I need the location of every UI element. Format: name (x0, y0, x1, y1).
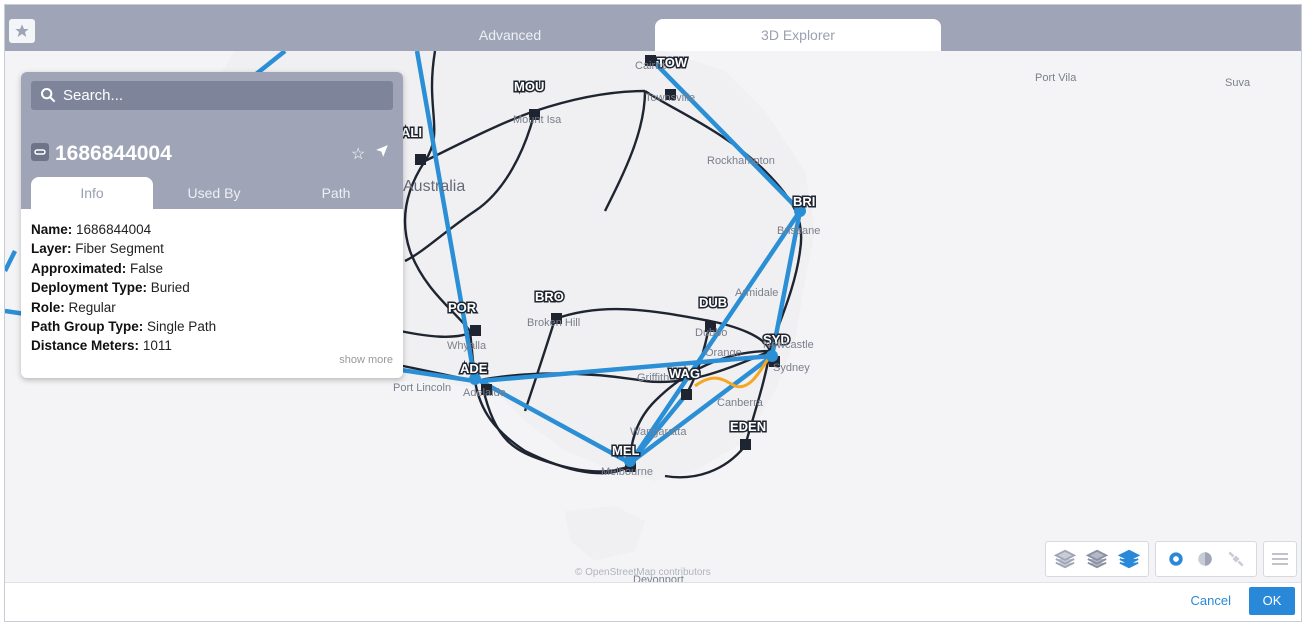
place-label: Griffith (637, 372, 669, 384)
layer-controls (1045, 541, 1149, 577)
satellite-icon[interactable] (1226, 549, 1246, 569)
object-title: 1686844004 (31, 140, 172, 168)
show-more-link[interactable]: show more (339, 354, 393, 366)
property-row: Name: 1686844004 (31, 222, 152, 237)
property-row: Role: Regular (31, 299, 116, 315)
cancel-button[interactable]: Cancel (1191, 593, 1231, 608)
place-label: Adelaide (463, 387, 506, 399)
window: Advanced 3D Explorer TOW MOU ALI BRI BRO… (4, 4, 1302, 622)
place-label: Suva (1225, 77, 1251, 89)
layers-icon[interactable] (1118, 548, 1140, 570)
place-label: Orange (705, 347, 742, 359)
node-label: BRO (535, 289, 564, 304)
tasmania-landmass (565, 506, 645, 561)
map-canvas[interactable]: TOW MOU ALI BRI BRO DUB POR SYD ADE WAG … (5, 51, 1301, 585)
property-list: Name: 1686844004 Layer: Fiber Segment Ap… (31, 220, 216, 356)
star-icon (15, 24, 29, 37)
node-label: WAG (669, 366, 700, 381)
place-label: Armidale (735, 287, 778, 299)
node-label: POR (448, 300, 477, 315)
moon-icon[interactable] (1196, 550, 1214, 568)
tab-3d-explorer[interactable]: 3D Explorer (655, 19, 941, 52)
property-row: Path Group Type: Single Path (31, 319, 217, 335)
place-label: Cairns (635, 60, 667, 72)
view-controls (1155, 541, 1257, 577)
tab-bar: Advanced 3D Explorer (5, 5, 1301, 52)
place-label: Wangaratta (630, 426, 687, 438)
place-label: Broken Hill (527, 317, 580, 329)
place-label: Canberra (717, 397, 764, 409)
node-label: EDEN (730, 419, 766, 434)
node-label: ADE (460, 361, 488, 376)
property-row: Deployment Type: Buried (31, 280, 190, 296)
star-outline-icon[interactable]: ☆ (351, 144, 365, 164)
search-icon (41, 88, 56, 103)
node-label: MEL (612, 443, 640, 458)
place-label: Australia (403, 178, 465, 195)
panel-header: Search... 1686844004 ☆ Info Used By Path (21, 72, 403, 209)
place-label: Mount Isa (513, 114, 562, 126)
ok-button[interactable]: OK (1249, 587, 1295, 615)
layers-icon[interactable] (1086, 548, 1108, 570)
dialog-footer: Cancel OK (5, 582, 1301, 621)
place-label: Sydney (773, 362, 810, 374)
search-input[interactable]: Search... (31, 81, 393, 110)
node-label: BRI (793, 194, 815, 209)
place-label: Rockhampton (707, 155, 775, 167)
place-label: Brisbane (777, 225, 820, 237)
node-label: DUB (699, 295, 727, 310)
object-id: 1686844004 (55, 142, 172, 165)
panel-tab-path[interactable]: Path (275, 177, 397, 209)
property-row: Layer: Fiber Segment (31, 241, 164, 257)
place-label: Melbourne (601, 466, 653, 478)
search-placeholder: Search... (63, 87, 124, 104)
place-label: Townsville (645, 92, 695, 104)
layers-icon[interactable] (1054, 548, 1076, 570)
link-icon (31, 143, 49, 162)
panel-tab-used-by[interactable]: Used By (153, 177, 275, 209)
place-label: Dubbo (695, 327, 727, 339)
place-label: Port Lincoln (393, 382, 451, 394)
info-panel: Search... 1686844004 ☆ Info Used By Path… (21, 72, 403, 378)
menu-icon[interactable] (1271, 551, 1289, 567)
favorite-button[interactable] (9, 19, 35, 43)
place-label: Whyalla (447, 340, 487, 352)
property-row: Distance Meters: 1011 (31, 338, 172, 354)
menu-control (1263, 541, 1297, 577)
map-attribution: © OpenStreetMap contributors (575, 567, 711, 578)
place-label: Newcastle (763, 339, 814, 351)
place-label: Port Vila (1035, 72, 1077, 84)
gear-icon[interactable] (1166, 549, 1186, 569)
node-label: MOU (514, 79, 544, 94)
tab-advanced[interactable]: Advanced (405, 19, 615, 52)
property-row: Approximated: False (31, 260, 164, 276)
panel-tab-info[interactable]: Info (31, 177, 153, 209)
node-label: ALI (401, 125, 422, 140)
